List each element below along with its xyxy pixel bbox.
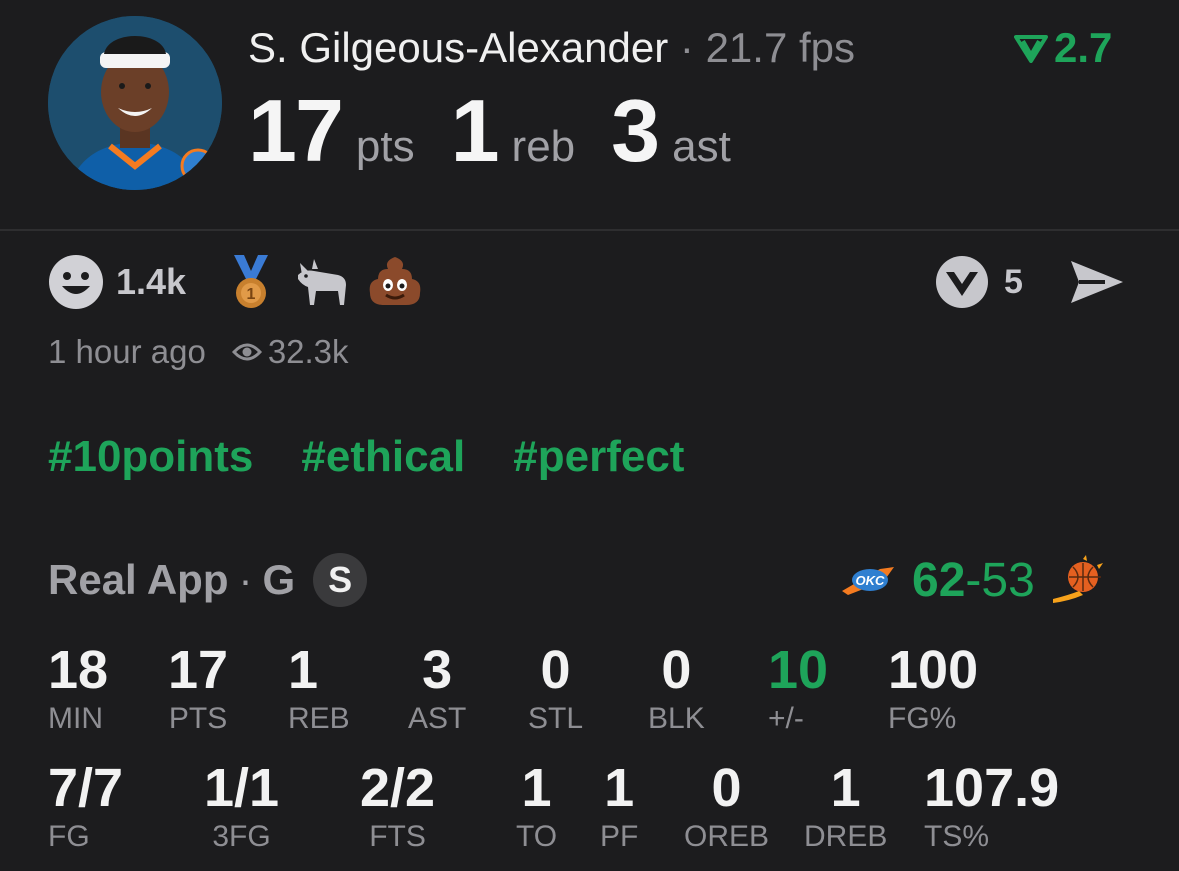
away-score: 53 — [981, 553, 1035, 607]
post-meta: 1 hour ago 32.3k — [48, 330, 349, 374]
header-divider — [0, 229, 1179, 231]
stat-label: FG% — [888, 702, 957, 735]
stat-value: 3 — [422, 640, 453, 700]
svg-text:OKC: OKC — [856, 573, 886, 588]
stat-plus-minus: 10 +/- — [768, 640, 828, 736]
svg-text:1: 1 — [247, 286, 256, 303]
fps-value: 21.7 fps — [705, 24, 856, 71]
comment-count[interactable]: 5 — [1004, 263, 1023, 302]
name-separator: · — [679, 24, 694, 71]
stat-label: FG — [48, 820, 90, 853]
source-row: Real App · G S — [48, 552, 368, 608]
stat-label: PF — [600, 820, 639, 853]
home-score: 62 — [912, 553, 966, 607]
stat-value: 7/7 — [48, 758, 124, 818]
rating-value: 2.7 — [1054, 24, 1113, 71]
headline-stat-line: 17 pts 1 reb 3 ast — [248, 80, 767, 182]
rebounds-unit: reb — [511, 122, 576, 171]
eye-icon — [231, 343, 262, 361]
bronze-medal-icon[interactable]: 1 — [222, 253, 280, 311]
reaction-count[interactable]: 1.4k — [116, 261, 186, 303]
hashtag[interactable]: #10points — [48, 432, 253, 482]
stat-dreb: 1 DREB — [804, 758, 887, 854]
stat-value: 17 — [168, 640, 229, 700]
stat-label: +/- — [768, 702, 804, 735]
stat-value: 0 — [711, 758, 742, 818]
hashtag[interactable]: #perfect — [513, 432, 684, 482]
goat-icon[interactable] — [294, 253, 352, 311]
stat-blk: 0 BLK — [648, 640, 705, 736]
source-separator: · — [238, 556, 253, 603]
points-value: 17 — [248, 81, 344, 180]
starter-badge: S — [313, 553, 368, 607]
stat-pf: 1 PF — [600, 758, 638, 854]
post-actions: 5 — [934, 252, 1125, 312]
stat-label: DREB — [804, 820, 888, 853]
stat-value: 1/1 — [204, 758, 280, 818]
comment-icon[interactable] — [934, 254, 990, 310]
stat-reb: 1 REB — [288, 640, 350, 736]
stat-value: 1 — [604, 758, 635, 818]
stat-value: 1 — [288, 640, 319, 700]
stat-pts: 17 PTS — [168, 640, 228, 736]
player-name-line: S. Gilgeous-Alexander · 21.7 fps — [248, 24, 855, 72]
rebounds-value: 1 — [450, 81, 500, 180]
stat-label: PTS — [168, 702, 228, 735]
poop-icon[interactable] — [366, 253, 424, 311]
rating-icon — [1014, 35, 1048, 63]
stat-value: 107.9 — [924, 758, 1060, 818]
phoenix-suns-logo-icon — [1052, 555, 1103, 603]
stat-value: 10 — [768, 640, 829, 700]
player-name[interactable]: S. Gilgeous-Alexander — [248, 24, 668, 71]
stat-3fg: 1/1 3FG — [204, 758, 279, 854]
stat-ts-pct: 107.9 TS% — [924, 758, 1059, 854]
stat-value: 0 — [661, 640, 692, 700]
stat-label: TO — [516, 820, 558, 853]
hashtag-list: #10points #ethical #perfect — [48, 432, 732, 482]
stat-label: AST — [408, 702, 467, 735]
points-unit: pts — [355, 122, 415, 171]
reactions-row: 1.4k 1 — [48, 252, 438, 312]
stat-label: FTS — [369, 820, 426, 853]
post-time: 1 hour ago — [48, 333, 206, 370]
view-count: 32.3k — [267, 333, 349, 370]
stat-stl: 0 STL — [528, 640, 583, 736]
stat-value: 2/2 — [360, 758, 436, 818]
smiley-face-icon[interactable] — [48, 254, 104, 310]
source-name[interactable]: Real App — [48, 556, 228, 604]
stat-fg: 7/7 FG — [48, 758, 123, 854]
stat-value: 1 — [830, 758, 861, 818]
okc-thunder-logo-icon: OKC — [842, 567, 894, 595]
stat-min: 18 MIN — [48, 640, 108, 736]
stat-label: REB — [288, 702, 350, 735]
stat-value: 18 — [48, 640, 109, 700]
stat-oreb: 0 OREB — [684, 758, 769, 854]
rating: 2.7 — [1014, 24, 1112, 72]
stat-value: 100 — [888, 640, 979, 700]
stat-label: BLK — [648, 702, 705, 735]
stat-value: 0 — [540, 640, 571, 700]
player-avatar[interactable] — [48, 16, 222, 190]
stat-value: 1 — [521, 758, 552, 818]
stat-to: 1 TO — [516, 758, 557, 854]
share-send-icon[interactable] — [1069, 259, 1125, 305]
stat-label: TS% — [924, 820, 990, 853]
stat-fts: 2/2 FTS — [360, 758, 435, 854]
assists-value: 3 — [611, 81, 660, 180]
assists-unit: ast — [672, 122, 731, 171]
stat-label: OREB — [684, 820, 770, 853]
score-dash: - — [965, 553, 982, 607]
stat-label: STL — [528, 702, 584, 735]
hashtag[interactable]: #ethical — [301, 432, 465, 482]
stat-label: 3FG — [212, 820, 271, 853]
stat-fg-pct: 100 FG% — [888, 640, 978, 736]
stat-ast: 3 AST — [408, 640, 466, 736]
game-score[interactable]: OKC 62 - 53 — [840, 552, 1105, 608]
player-position: G — [262, 556, 296, 603]
stat-label: MIN — [48, 702, 103, 735]
